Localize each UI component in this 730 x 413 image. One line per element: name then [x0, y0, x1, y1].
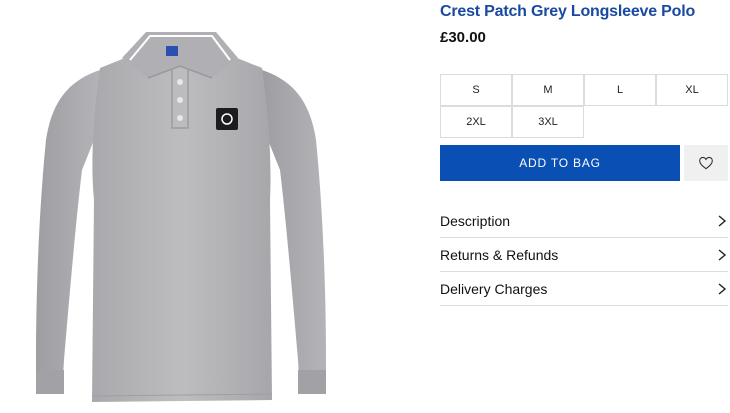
- size-option-s[interactable]: S: [440, 74, 512, 106]
- accordion-description[interactable]: Description: [440, 204, 728, 238]
- accordion-label: Description: [440, 212, 511, 229]
- accordion-returns-refunds[interactable]: Returns & Refunds: [440, 238, 728, 272]
- chevron-right-icon: [716, 248, 728, 261]
- heart-icon: [699, 156, 713, 170]
- product-image[interactable]: [0, 0, 360, 413]
- size-option-xl[interactable]: XL: [656, 74, 728, 106]
- size-option-2xl[interactable]: 2XL: [440, 106, 512, 138]
- size-option-l[interactable]: L: [584, 74, 656, 106]
- size-option-m[interactable]: M: [512, 74, 584, 106]
- product-price: £30.00: [440, 29, 486, 46]
- product-title: Crest Patch Grey Longsleeve Polo: [440, 3, 696, 20]
- chevron-right-icon: [716, 282, 728, 295]
- accordion-label: Delivery Charges: [440, 280, 548, 297]
- size-option-3xl[interactable]: 3XL: [512, 106, 584, 138]
- accordion-delivery-charges[interactable]: Delivery Charges: [440, 272, 728, 306]
- polo-shirt-image: [36, 32, 326, 402]
- accordion-label: Returns & Refunds: [440, 246, 559, 263]
- add-to-bag-button[interactable]: ADD TO BAG: [440, 145, 680, 181]
- product-accordion: Description Returns & Refunds Delivery C…: [440, 204, 728, 306]
- chevron-right-icon: [716, 214, 728, 227]
- wishlist-button[interactable]: [684, 145, 728, 181]
